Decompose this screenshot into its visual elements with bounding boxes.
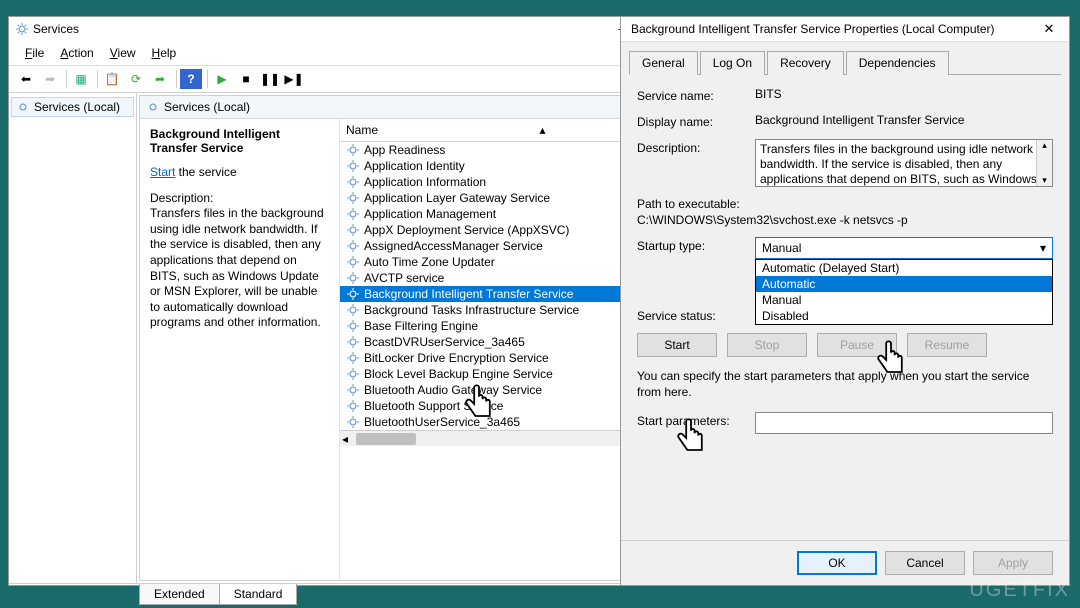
service-name-label: Service name: — [637, 87, 747, 103]
service-status-label: Service status: — [637, 307, 747, 323]
display-name-label: Display name: — [637, 113, 747, 129]
resume-button: Resume — [907, 333, 987, 357]
tab-dependencies[interactable]: Dependencies — [846, 51, 949, 75]
gear-icon — [346, 239, 360, 253]
gear-icon — [16, 100, 30, 114]
description-label: Description: — [637, 139, 747, 155]
gear-icon — [346, 255, 360, 269]
forward-button[interactable]: ➡ — [39, 69, 61, 89]
gear-icon — [146, 100, 160, 114]
pause-button[interactable]: ❚❚ — [259, 69, 281, 89]
description-text: Transfers files in the background using … — [150, 206, 329, 331]
service-name-value: BITS — [755, 87, 1053, 101]
menu-file[interactable]: File — [17, 43, 52, 63]
gear-icon — [346, 287, 360, 301]
startup-type-select[interactable]: Manual ▾ — [755, 237, 1053, 259]
dialog-title: Background Intelligent Transfer Service … — [631, 22, 1035, 36]
stop-button: Stop — [727, 333, 807, 357]
menu-view[interactable]: View — [102, 43, 144, 63]
window-title: Services — [33, 22, 611, 36]
startup-type-label: Startup type: — [637, 237, 747, 253]
tab-standard[interactable]: Standard — [219, 584, 298, 605]
detail-title: Background Intelligent Transfer Service — [150, 127, 329, 155]
gear-icon — [346, 351, 360, 365]
option-manual[interactable]: Manual — [756, 292, 1052, 308]
gear-icon — [346, 415, 360, 429]
export-button[interactable]: ➦ — [149, 69, 171, 89]
path-label: Path to executable: — [637, 197, 740, 211]
watermark: UGETFIX — [969, 579, 1070, 602]
tree-item-label: Services (Local) — [34, 100, 120, 114]
dialog-tabs: General Log On Recovery Dependencies — [629, 50, 1061, 75]
pause-button: Pause — [817, 333, 897, 357]
properties-dialog: Background Intelligent Transfer Service … — [620, 16, 1070, 586]
chevron-down-icon: ▾ — [1040, 241, 1046, 255]
tab-general[interactable]: General — [629, 51, 698, 75]
start-params-label: Start parameters: — [637, 412, 747, 428]
option-delayed[interactable]: Automatic (Delayed Start) — [756, 260, 1052, 276]
close-icon[interactable]: ✕ — [1035, 21, 1063, 37]
option-disabled[interactable]: Disabled — [756, 308, 1052, 324]
back-button[interactable]: ⬅ — [15, 69, 37, 89]
description-label: Description: — [150, 191, 329, 207]
startup-type-dropdown: Automatic (Delayed Start) Automatic Manu… — [755, 259, 1053, 325]
gear-icon — [15, 22, 29, 36]
ok-button[interactable]: OK — [797, 551, 877, 575]
help-button[interactable]: ? — [180, 69, 202, 89]
tab-logon[interactable]: Log On — [700, 51, 765, 75]
bottom-tabs: Extended Standard — [9, 583, 737, 605]
gear-icon — [346, 207, 360, 221]
scrollbar-vertical[interactable]: ▴▾ — [1036, 140, 1052, 186]
gear-icon — [346, 223, 360, 237]
show-hide-button[interactable]: ▦ — [70, 69, 92, 89]
gear-icon — [346, 159, 360, 173]
gear-icon — [346, 191, 360, 205]
gear-icon — [346, 399, 360, 413]
start-button[interactable]: Start — [637, 333, 717, 357]
menu-action[interactable]: Action — [52, 43, 101, 63]
gear-icon — [346, 271, 360, 285]
start-link[interactable]: Start — [150, 165, 175, 179]
tree-item-services-local[interactable]: Services (Local) — [11, 97, 134, 117]
option-automatic[interactable]: Automatic — [756, 276, 1052, 292]
gear-icon — [346, 175, 360, 189]
gear-icon — [346, 335, 360, 349]
restart-button[interactable]: ▶❚ — [283, 69, 305, 89]
apply-button: Apply — [973, 551, 1053, 575]
gear-icon — [346, 143, 360, 157]
tab-recovery[interactable]: Recovery — [767, 51, 844, 75]
description-box: Transfers files in the background using … — [755, 139, 1053, 187]
play-button[interactable]: ▶ — [211, 69, 233, 89]
stop-button[interactable]: ■ — [235, 69, 257, 89]
gear-icon — [346, 367, 360, 381]
tree-pane: Services (Local) — [9, 93, 137, 583]
gear-icon — [346, 383, 360, 397]
gear-icon — [346, 303, 360, 317]
hint-text: You can specify the start parameters tha… — [637, 369, 1053, 400]
refresh-button[interactable]: ⟳ — [125, 69, 147, 89]
properties-button[interactable]: 📋 — [101, 69, 123, 89]
gear-icon — [346, 319, 360, 333]
menu-help[interactable]: Help — [144, 43, 185, 63]
cancel-button[interactable]: Cancel — [885, 551, 965, 575]
path-value: C:\WINDOWS\System32\svchost.exe -k netsv… — [637, 213, 908, 227]
start-params-input[interactable] — [755, 412, 1053, 434]
tab-extended[interactable]: Extended — [139, 584, 220, 605]
detail-pane: Background Intelligent Transfer Service … — [140, 119, 340, 580]
display-name-value: Background Intelligent Transfer Service — [755, 113, 1053, 127]
